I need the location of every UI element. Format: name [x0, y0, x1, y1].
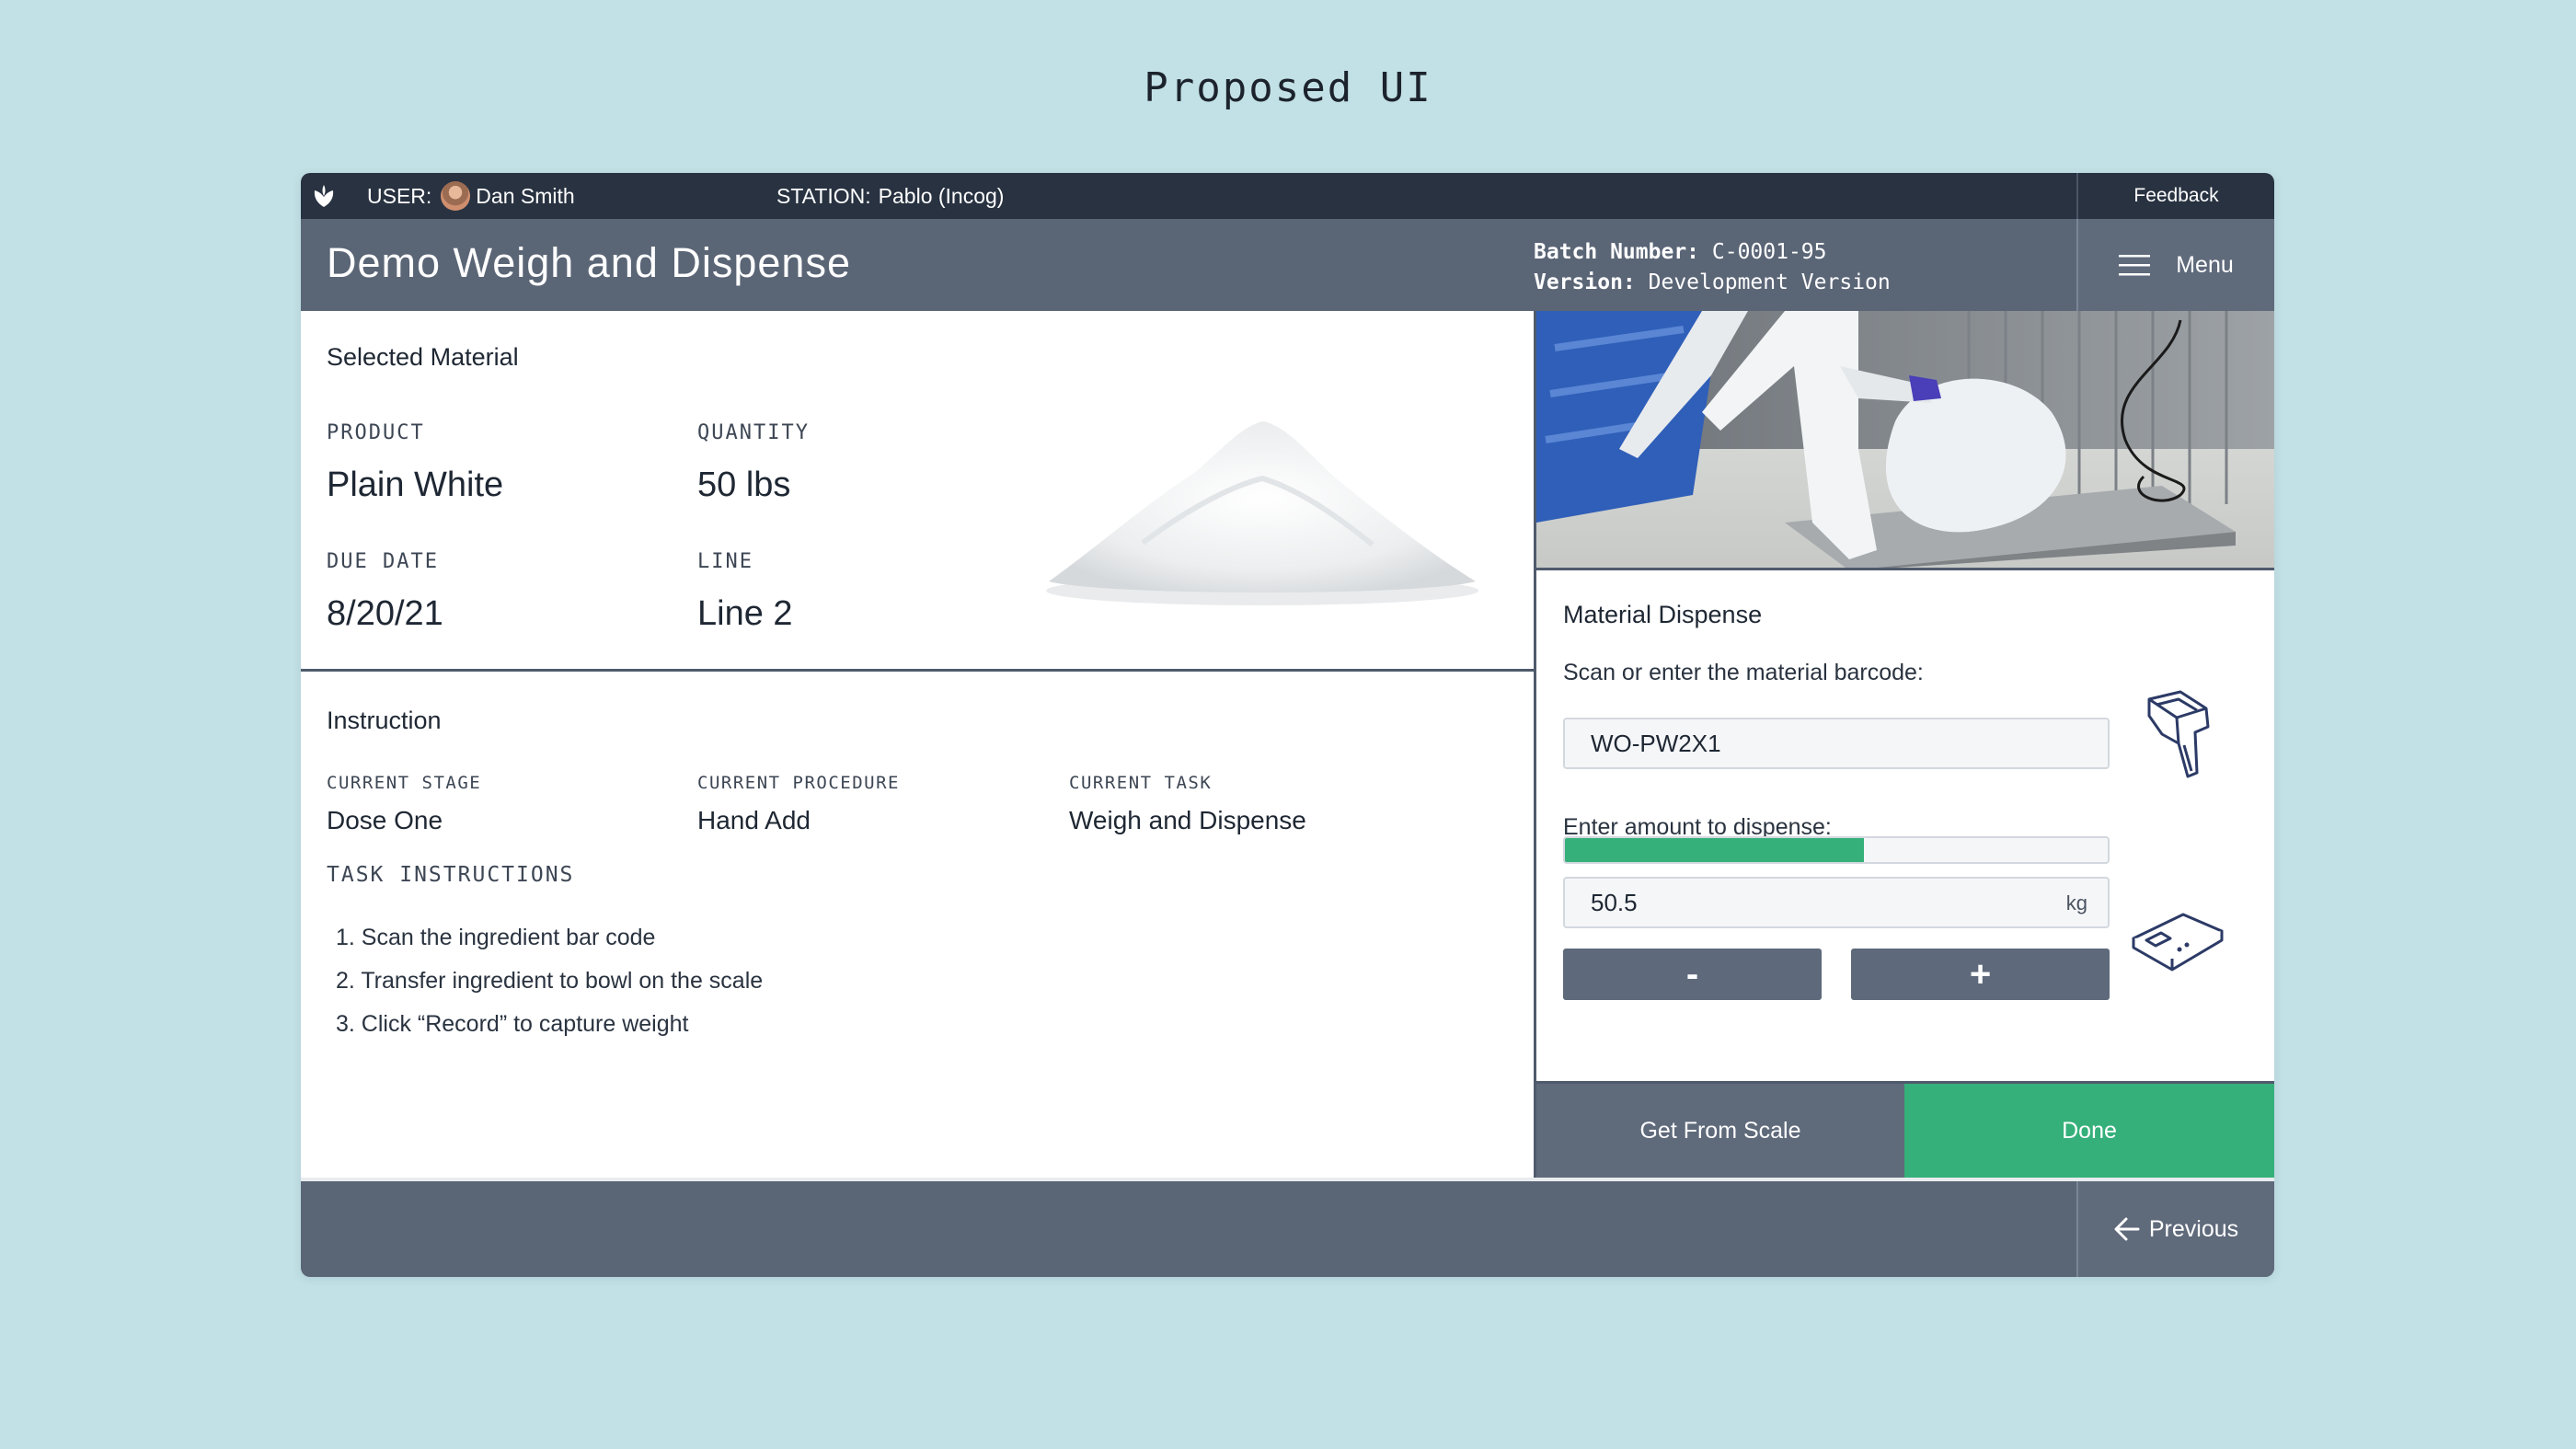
- product-label: PRODUCT: [327, 421, 425, 444]
- line-label: LINE: [697, 550, 753, 573]
- dispense-progress-bar: [1563, 836, 2110, 864]
- list-item: 1. Scan the ingredient bar code: [336, 925, 656, 950]
- user-name: Dan Smith: [476, 183, 575, 208]
- amount-unit: kg: [2065, 891, 2087, 914]
- top-bar: USER: Dan Smith STATION: Pablo (Incog) F…: [301, 173, 2274, 219]
- due-date-value: 8/20/21: [327, 594, 443, 633]
- previous-button[interactable]: Previous: [2076, 1181, 2274, 1277]
- arrow-left-icon: [2114, 1217, 2140, 1241]
- tulip-logo-icon: [301, 173, 347, 219]
- amount-input[interactable]: [1565, 879, 2007, 926]
- line-value: Line 2: [697, 594, 793, 633]
- instruction-title: Instruction: [327, 707, 442, 734]
- product-value: Plain White: [327, 466, 504, 504]
- app-header: Demo Weigh and Dispense Batch Number: C-…: [301, 219, 2274, 311]
- current-procedure-value: Hand Add: [697, 806, 811, 834]
- dispense-title: Material Dispense: [1563, 601, 1763, 628]
- menu-button[interactable]: Menu: [2076, 219, 2274, 311]
- dispense-progress-fill: [1565, 838, 1864, 862]
- current-procedure-label: CURRENT PROCEDURE: [697, 773, 900, 793]
- dispense-photo: [1536, 311, 2274, 570]
- station-name: Pablo (Incog): [878, 183, 1005, 208]
- list-item: 2. Transfer ingredient to bowl on the sc…: [336, 968, 764, 994]
- task-instructions-list: 1. Scan the ingredient bar code 2. Trans…: [336, 925, 763, 1054]
- list-item: 3. Click “Record” to capture weight: [336, 1011, 689, 1037]
- app-title: Demo Weigh and Dispense: [327, 239, 851, 286]
- hamburger-icon: [2119, 255, 2151, 276]
- get-from-scale-button[interactable]: Get From Scale: [1536, 1084, 1904, 1178]
- feedback-button[interactable]: Feedback: [2076, 173, 2274, 219]
- due-date-label: DUE DATE: [327, 550, 439, 573]
- material-dispense-panel: Material Dispense Scan or enter the mate…: [1536, 570, 2274, 1084]
- selected-material-panel: Selected Material PRODUCT Plain White QU…: [301, 311, 1534, 672]
- amount-field: kg: [1563, 877, 2110, 928]
- current-task-label: CURRENT TASK: [1069, 773, 1213, 793]
- barcode-input[interactable]: [1563, 718, 2110, 769]
- powder-image: [1046, 421, 1478, 605]
- increment-button[interactable]: +: [1851, 949, 2110, 1000]
- done-button[interactable]: Done: [1904, 1084, 2274, 1178]
- weigh-scale-icon: [2132, 913, 2224, 972]
- instruction-panel: Instruction CURRENT STAGE Dose One CURRE…: [301, 672, 1534, 1178]
- material-title: Selected Material: [327, 343, 519, 371]
- avatar: [441, 181, 471, 211]
- menu-label: Menu: [2176, 251, 2234, 278]
- barcode-prompt: Scan or enter the material barcode:: [1563, 660, 1924, 685]
- station-info: STATION: Pablo (Incog): [776, 173, 1004, 219]
- user-label: USER:: [367, 183, 432, 208]
- page-heading: Proposed UI: [1144, 64, 1432, 111]
- quantity-label: QUANTITY: [697, 421, 810, 444]
- task-instructions-label: TASK INSTRUCTIONS: [327, 863, 575, 887]
- batch-label: Batch Number:: [1534, 240, 1700, 264]
- version-value: Development Version: [1648, 270, 1891, 294]
- station-label: STATION:: [776, 183, 871, 208]
- user-info: USER: Dan Smith: [367, 173, 575, 219]
- version-label: Version:: [1534, 270, 1636, 294]
- barcode-scanner-icon: [2147, 690, 2210, 778]
- batch-number: C-0001-95: [1711, 240, 1827, 264]
- decrement-button[interactable]: -: [1563, 949, 1822, 1000]
- batch-info: Batch Number: C-0001-95 Version: Develop…: [1534, 237, 1891, 298]
- current-stage-value: Dose One: [327, 806, 443, 834]
- app-footer: Previous: [301, 1178, 2274, 1277]
- current-stage-label: CURRENT STAGE: [327, 773, 482, 793]
- app-window: USER: Dan Smith STATION: Pablo (Incog) F…: [301, 173, 2274, 1277]
- current-task-value: Weigh and Dispense: [1069, 806, 1306, 834]
- quantity-value: 50 lbs: [697, 466, 791, 504]
- previous-label: Previous: [2148, 1215, 2239, 1242]
